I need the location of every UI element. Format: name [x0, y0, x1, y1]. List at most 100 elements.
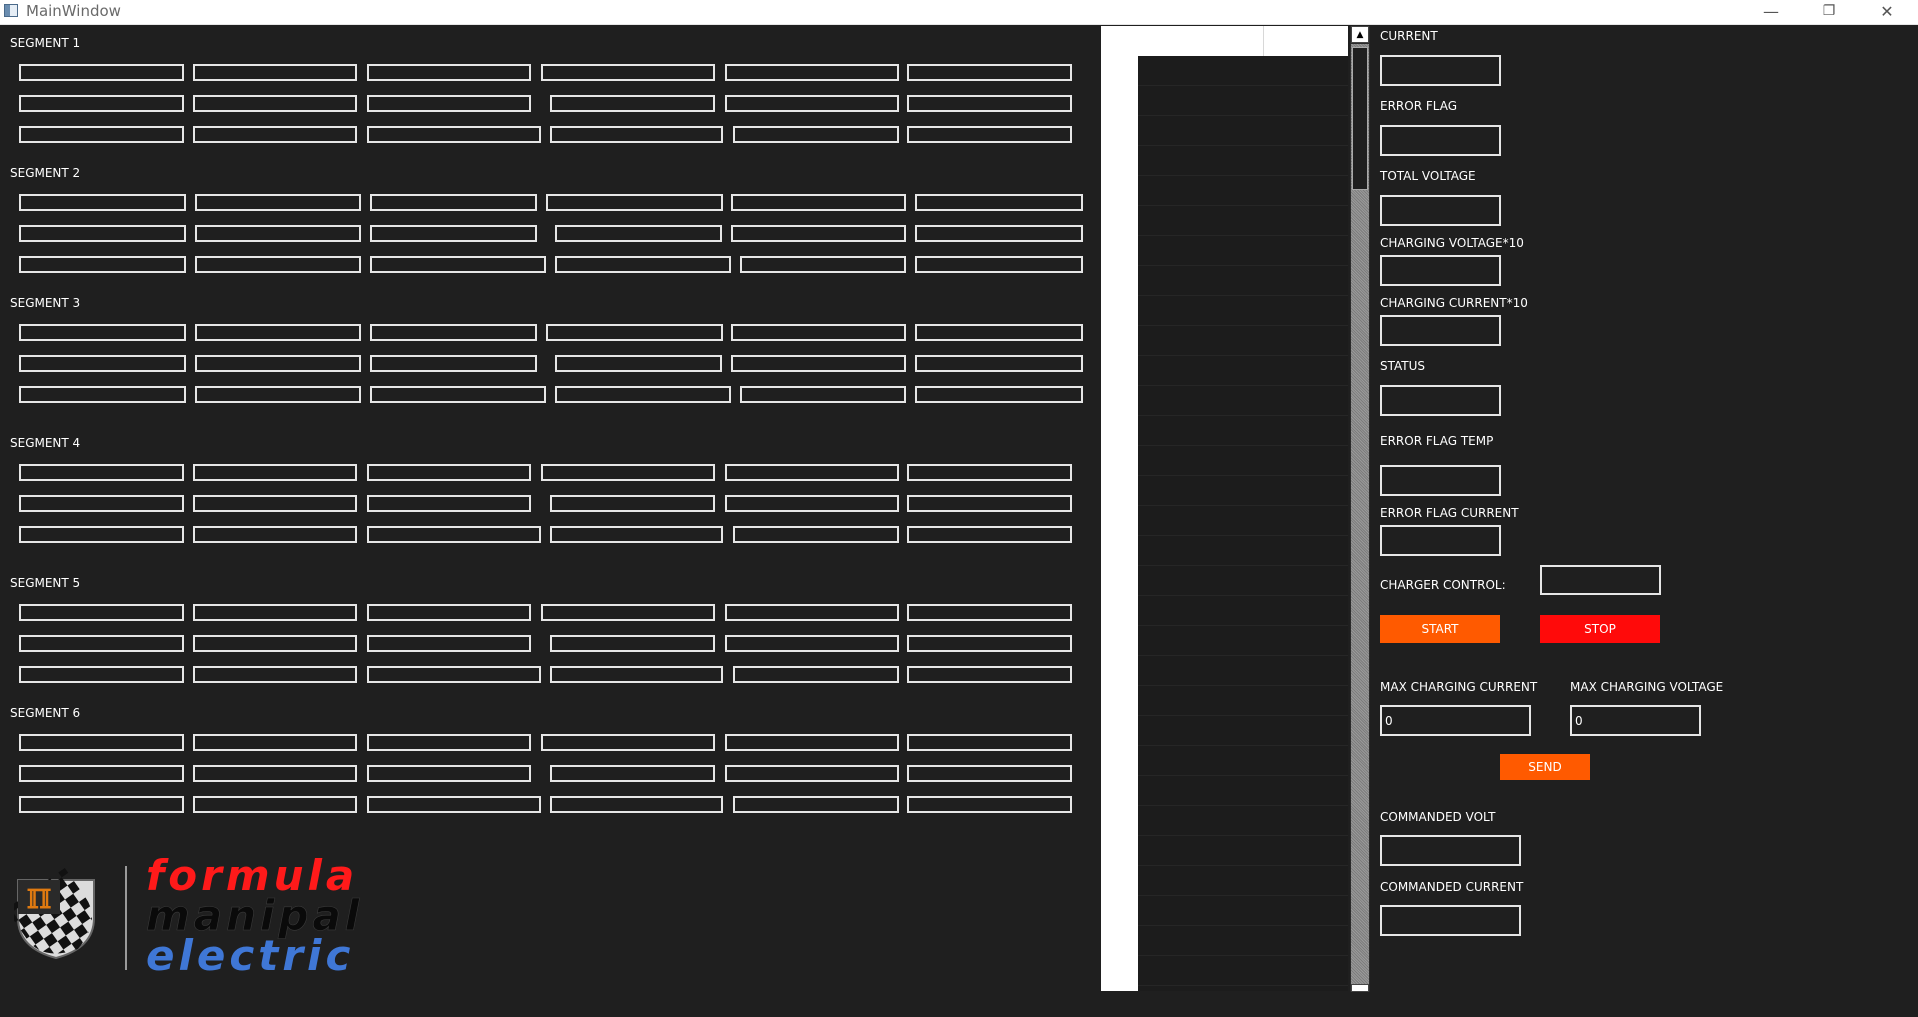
- segment-5-cell: [367, 666, 541, 683]
- start-button[interactable]: START: [1380, 615, 1500, 643]
- vertical-scrollbar[interactable]: ▲: [1350, 26, 1370, 992]
- charger-control-label: CHARGER CONTROL:: [1380, 578, 1506, 592]
- segment-2-cell: [195, 225, 361, 242]
- charging-voltage-display: [1380, 255, 1501, 286]
- segment-2-cell: [555, 225, 722, 242]
- status-label: STATUS: [1380, 359, 1426, 373]
- segment-1-cell: [725, 95, 899, 112]
- segment-4-cell: [193, 526, 357, 543]
- segment-2-cell: [915, 194, 1083, 211]
- minimize-button[interactable]: —: [1742, 0, 1800, 22]
- segment-5-cell: [733, 666, 899, 683]
- segment-2-cell: [731, 194, 906, 211]
- data-table[interactable]: [1138, 26, 1348, 991]
- segment-3-cell: [19, 355, 186, 372]
- logo-graphic: ℿ formula manipal electric: [5, 851, 360, 980]
- segment-2-cell: [555, 256, 731, 273]
- table-header: [1138, 26, 1348, 56]
- segment-4-cell: [367, 464, 531, 481]
- segment-2-cell: [195, 194, 361, 211]
- segment-6-cell: [725, 734, 899, 751]
- segment-3-cell: [915, 324, 1083, 341]
- app-icon: [4, 4, 18, 17]
- segment-1-cell: [550, 95, 715, 112]
- commanded-current-display: [1380, 905, 1521, 936]
- status-display: [1380, 385, 1501, 416]
- segment-3-cell: [370, 355, 537, 372]
- segment-4-cell: [907, 464, 1072, 481]
- scroll-thumb[interactable]: [1352, 47, 1368, 190]
- segment-1-cell: [367, 126, 541, 143]
- segment-5-cell: [193, 635, 357, 652]
- title-bar: MainWindow — ❐ ✕: [0, 0, 1918, 25]
- segment-2-cell: [19, 256, 186, 273]
- segment-4-cell: [725, 464, 899, 481]
- segment-3-cell: [555, 355, 722, 372]
- segment-2-cell: [915, 256, 1083, 273]
- total-voltage-label: TOTAL VOLTAGE: [1380, 169, 1476, 183]
- segment-4-cell: [19, 464, 184, 481]
- error-flag-temp-display: [1380, 465, 1501, 496]
- max-charging-voltage-input[interactable]: [1570, 705, 1701, 736]
- segment-3-cell: [740, 386, 906, 403]
- segment-5-cell: [367, 635, 531, 652]
- segment-5-cell: [725, 604, 899, 621]
- segment-1-cell: [193, 95, 357, 112]
- segment-3-cell: [19, 324, 186, 341]
- segment-5-label: SEGMENT 5: [10, 576, 81, 590]
- segment-2-cell: [546, 194, 723, 211]
- segment-4-cell: [193, 464, 357, 481]
- segment-4-cell: [193, 495, 357, 512]
- segment-4-cell: [367, 495, 531, 512]
- max-charging-current-label: MAX CHARGING CURRENT: [1380, 680, 1538, 694]
- segment-2-cell: [370, 256, 546, 273]
- segment-6-cell: [367, 734, 531, 751]
- segment-1-cell: [541, 64, 715, 81]
- segment-4-cell: [725, 495, 899, 512]
- segment-1-cell: [367, 64, 531, 81]
- restore-button[interactable]: ❐: [1800, 0, 1858, 22]
- close-button[interactable]: ✕: [1858, 0, 1916, 22]
- segment-3-cell: [915, 355, 1083, 372]
- send-button[interactable]: SEND: [1500, 754, 1590, 780]
- segment-4-cell: [733, 526, 899, 543]
- segment-1-cell: [550, 126, 723, 143]
- segment-6-cell: [193, 796, 357, 813]
- segment-2-cell: [740, 256, 906, 273]
- segment-1-cell: [733, 126, 899, 143]
- segment-2-label: SEGMENT 2: [10, 166, 81, 180]
- segment-2-cell: [370, 225, 537, 242]
- commanded-volt-display: [1380, 835, 1521, 866]
- segment-6-cell: [907, 796, 1072, 813]
- stop-button[interactable]: STOP: [1540, 615, 1660, 643]
- error-flag-display: [1380, 125, 1501, 156]
- segment-2-cell: [731, 225, 906, 242]
- segment-1-label: SEGMENT 1: [10, 36, 81, 50]
- scroll-down-arrow-icon[interactable]: [1351, 984, 1369, 992]
- segment-4-label: SEGMENT 4: [10, 436, 81, 450]
- segment-1-cell: [907, 64, 1072, 81]
- segment-5-cell: [907, 666, 1072, 683]
- segment-4-cell: [907, 495, 1072, 512]
- charging-voltage-label: CHARGING VOLTAGE*10: [1380, 236, 1524, 250]
- segment-4-cell: [541, 464, 715, 481]
- segment-6-cell: [367, 796, 541, 813]
- segment-3-cell: [731, 324, 906, 341]
- current-label: CURRENT: [1380, 29, 1438, 43]
- segment-3-cell: [370, 386, 546, 403]
- table-header-column[interactable]: [1138, 26, 1264, 56]
- cell-list[interactable]: [1101, 26, 1138, 991]
- segment-6-cell: [19, 796, 184, 813]
- segment-1-cell: [907, 95, 1072, 112]
- segment-5-cell: [550, 635, 715, 652]
- table-header-column[interactable]: [1264, 26, 1348, 56]
- segment-6-cell: [193, 765, 357, 782]
- scroll-up-arrow-icon[interactable]: ▲: [1351, 26, 1369, 43]
- max-charging-current-input[interactable]: [1380, 705, 1531, 736]
- segment-3-cell: [731, 355, 906, 372]
- segment-3-cell: [370, 324, 537, 341]
- segment-6-cell: [907, 734, 1072, 751]
- segment-1-cell: [19, 64, 184, 81]
- window-title: MainWindow: [26, 2, 121, 20]
- segment-5-cell: [907, 635, 1072, 652]
